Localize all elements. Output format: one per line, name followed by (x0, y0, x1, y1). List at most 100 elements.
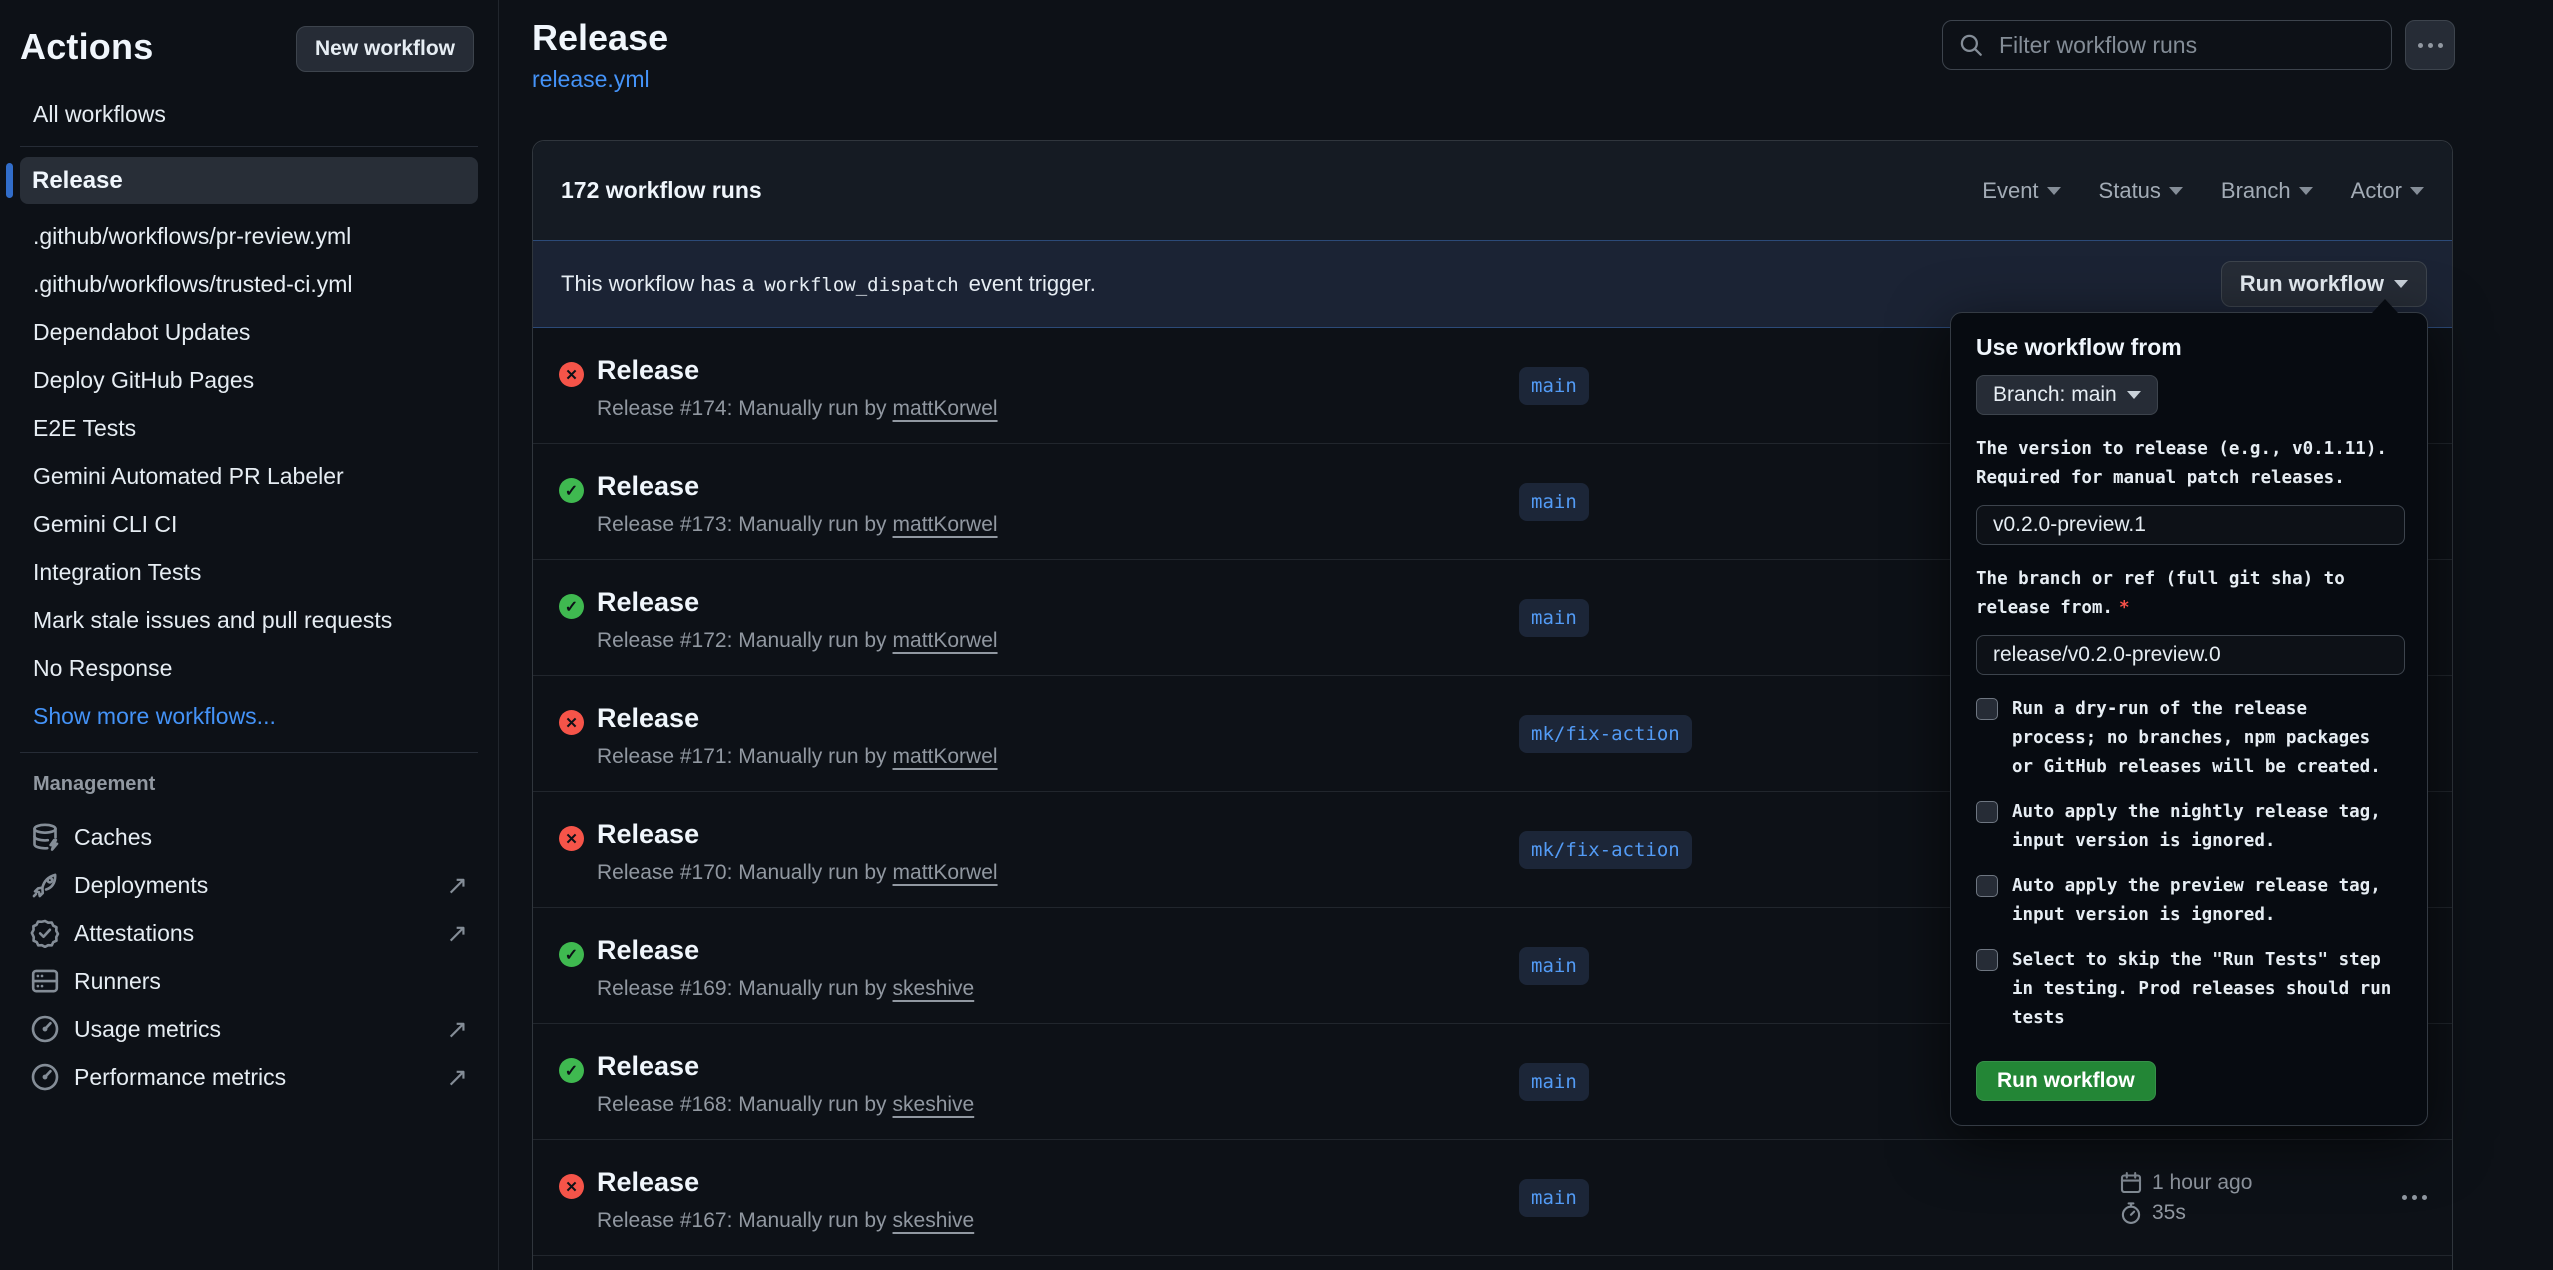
rocket-icon (30, 870, 60, 900)
checkbox[interactable] (1976, 698, 1998, 720)
actor-link[interactable]: mattKorwel (893, 861, 998, 884)
sidebar-item-workflow[interactable]: Integration Tests (20, 548, 478, 596)
next-row-sliver (533, 1256, 2452, 1270)
sidebar-item-caches[interactable]: Caches (20, 813, 478, 861)
field-label: The version to release (e.g., v0.1.11). … (1976, 435, 2403, 493)
sidebar-item-workflow[interactable]: Mark stale issues and pull requests (20, 596, 478, 644)
run-meta: 1 hour ago 35s (2119, 1168, 2252, 1228)
status-icon (559, 710, 584, 735)
checkbox-label: Run a dry-run of the release process; no… (2012, 695, 2381, 782)
actor-link[interactable]: mattKorwel (893, 745, 998, 768)
sidebar-item-workflow[interactable]: Gemini Automated PR Labeler (20, 452, 478, 500)
sidebar-item-label: Deployments (74, 872, 208, 899)
run-title-link[interactable]: Release (597, 702, 699, 734)
sidebar-item-label: Usage metrics (74, 1016, 221, 1043)
sidebar-item-workflow[interactable]: Gemini CLI CI (20, 500, 478, 548)
sidebar-divider (20, 146, 478, 147)
sidebar-item-deployments[interactable]: Deployments ↗ (20, 861, 478, 909)
run-title-link[interactable]: Release (597, 818, 699, 850)
workflow-run-row: Release Release #167: Manually run byske… (533, 1140, 2452, 1256)
caret-down-icon (2299, 187, 2313, 195)
database-icon (30, 822, 60, 852)
sidebar-item-label: Caches (74, 824, 152, 851)
checkbox[interactable] (1976, 801, 1998, 823)
actor-link[interactable]: skeshive (893, 1209, 975, 1232)
status-icon (559, 826, 584, 851)
actor-link[interactable]: mattKorwel (893, 513, 998, 536)
sidebar-item-workflow[interactable]: Deploy GitHub Pages (20, 356, 478, 404)
version-input[interactable] (1976, 505, 2405, 545)
checkbox[interactable] (1976, 949, 1998, 971)
actor-link[interactable]: skeshive (893, 977, 975, 1000)
sidebar-item-attestations[interactable]: Attestations ↗ (20, 909, 478, 957)
filter-dropdown[interactable]: Actor (2351, 178, 2424, 204)
sidebar-item-workflow[interactable]: .github/workflows/trusted-ci.yml (20, 260, 478, 308)
run-workflow-submit-button[interactable]: Run workflow (1976, 1061, 2156, 1101)
branch-pill[interactable]: main (1519, 483, 1589, 521)
sidebar-item-workflow[interactable]: No Response (20, 644, 478, 692)
filter-workflow-runs-input[interactable] (1942, 20, 2392, 70)
branch-pill[interactable]: main (1519, 599, 1589, 637)
actions-sidebar: Actions New workflow All workflows Relea… (0, 0, 499, 1270)
sidebar-item-workflow[interactable]: Dependabot Updates (20, 308, 478, 356)
field-label: The branch or ref (full git sha) to rele… (1976, 565, 2403, 623)
workflow-file-link[interactable]: release.yml (532, 66, 650, 93)
branch-pill[interactable]: main (1519, 367, 1589, 405)
filter-dropdown[interactable]: Status (2099, 178, 2183, 204)
checkbox-row: Run a dry-run of the release process; no… (1976, 695, 2403, 782)
checkbox-label: Select to skip the "Run Tests" step in t… (2012, 946, 2391, 1033)
run-title-link[interactable]: Release (597, 1050, 699, 1082)
run-title-link[interactable]: Release (597, 586, 699, 618)
calendar-icon (2119, 1171, 2143, 1195)
caret-down-icon (2127, 391, 2141, 399)
run-title-link[interactable]: Release (597, 934, 699, 966)
run-title-link[interactable]: Release (597, 1166, 699, 1198)
branch-pill[interactable]: main (1519, 1063, 1589, 1101)
sidebar-item-runners[interactable]: Runners (20, 957, 478, 1005)
branch-pill[interactable]: mk/fix-action (1519, 715, 1692, 753)
sidebar-item-workflow[interactable]: .github/workflows/pr-review.yml (20, 212, 478, 260)
run-title-link[interactable]: Release (597, 354, 699, 386)
checkbox[interactable] (1976, 875, 1998, 897)
branch-pill[interactable]: mk/fix-action (1519, 831, 1692, 869)
sidebar-item-performance-metrics[interactable]: Performance metrics ↗ (20, 1053, 478, 1101)
external-link-icon: ↗ (446, 1014, 468, 1045)
actor-link[interactable]: mattKorwel (893, 397, 998, 420)
actor-link[interactable]: skeshive (893, 1093, 975, 1116)
runs-count: 172 workflow runs (561, 177, 762, 204)
checkbox-row: Select to skip the "Run Tests" step in t… (1976, 946, 2403, 1033)
actor-link[interactable]: mattKorwel (893, 629, 998, 652)
show-more-workflows-link[interactable]: Show more workflows... (20, 692, 478, 740)
branch-pill[interactable]: main (1519, 947, 1589, 985)
external-link-icon: ↗ (446, 870, 468, 901)
branch-pill[interactable]: main (1519, 1179, 1589, 1217)
banner-text: This workflow has aworkflow_dispatcheven… (561, 271, 1096, 297)
kebab-icon[interactable] (2391, 1181, 2437, 1215)
popup-checkbox-list: Run a dry-run of the release process; no… (1976, 695, 2403, 1033)
sidebar-item-workflow[interactable]: E2E Tests (20, 404, 478, 452)
new-workflow-button[interactable]: New workflow (296, 26, 474, 72)
run-workflow-popup: Use workflow from Branch: main The versi… (1950, 312, 2428, 1126)
branch-select-button[interactable]: Branch: main (1976, 375, 2158, 415)
status-icon (559, 478, 584, 503)
run-title-link[interactable]: Release (597, 470, 699, 502)
runs-filters: Event Status Branch Actor (1982, 178, 2424, 204)
kebab-icon[interactable] (2405, 20, 2455, 70)
sidebar-item-usage-metrics[interactable]: Usage metrics ↗ (20, 1005, 478, 1053)
sidebar-item-release-selected[interactable]: Release (20, 157, 478, 204)
checkbox-row: Auto apply the nightly release tag, inpu… (1976, 798, 2403, 856)
ref-input[interactable] (1976, 635, 2405, 675)
checkbox-row: Auto apply the preview release tag, inpu… (1976, 872, 2403, 930)
stopwatch-icon (2119, 1201, 2143, 1225)
sidebar-item-all-workflows[interactable]: All workflows (33, 92, 478, 136)
filter-dropdown[interactable]: Event (1982, 178, 2060, 204)
filter-dropdown[interactable]: Branch (2221, 178, 2313, 204)
workflow-list: .github/workflows/pr-review.yml .github/… (20, 212, 478, 692)
caret-down-icon (2410, 187, 2424, 195)
external-link-icon: ↗ (446, 1062, 468, 1093)
status-icon (559, 594, 584, 619)
meter-icon (30, 1014, 60, 1044)
sidebar-item-label: Release (32, 167, 123, 195)
management-section-label: Management (33, 773, 478, 801)
page-title: Release (532, 16, 668, 60)
